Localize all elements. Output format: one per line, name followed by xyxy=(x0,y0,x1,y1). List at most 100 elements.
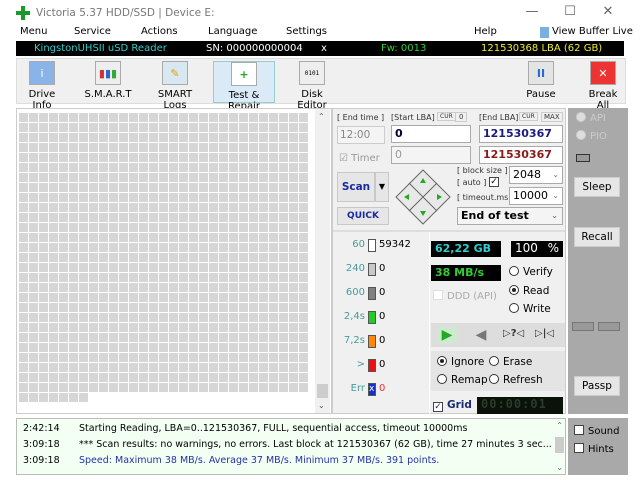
view-buffer-live[interactable]: View Buffer Live xyxy=(552,26,633,37)
block-cell xyxy=(19,243,28,252)
block-cell xyxy=(89,283,98,292)
end-action-select[interactable]: End of test ⌄ xyxy=(457,207,563,225)
timer-checkbox[interactable]: ☑ Timer xyxy=(339,153,380,164)
direction-pad[interactable] xyxy=(395,169,451,225)
menu-menu[interactable]: Menu xyxy=(20,26,47,37)
close-button[interactable]: ✕ xyxy=(596,4,620,22)
block-cell xyxy=(69,243,78,252)
maximize-button[interactable]: ☐ xyxy=(558,4,582,22)
menu-language[interactable]: Language xyxy=(208,26,257,37)
play-backward-button[interactable]: ◀ xyxy=(471,326,491,344)
disk-editor-button[interactable]: 0101 Disk Editor xyxy=(287,61,337,111)
block-cell xyxy=(219,273,228,282)
block-cell xyxy=(39,363,48,372)
timeout-select[interactable]: 10000 ⌄ xyxy=(509,187,563,205)
auto-checkbox[interactable]: ✓ xyxy=(489,177,499,187)
block-cell xyxy=(289,273,298,282)
block-cell xyxy=(159,313,168,322)
block-cell xyxy=(89,193,98,202)
recall-button[interactable]: Recall xyxy=(574,227,620,247)
remap-radio[interactable]: Remap xyxy=(437,374,488,386)
block-cell xyxy=(209,343,218,352)
smart-logs-button[interactable]: ✎ SMART Logs xyxy=(145,61,205,111)
pio-radio[interactable]: PIO xyxy=(576,130,607,142)
write-radio[interactable]: Write xyxy=(509,303,551,315)
log-scroll-thumb[interactable] xyxy=(555,437,564,453)
scan-button[interactable]: Scan xyxy=(337,172,375,202)
sound-checkbox[interactable]: Sound xyxy=(574,425,620,437)
block-cell xyxy=(179,363,188,372)
sleep-button[interactable]: Sleep xyxy=(574,177,620,197)
break-all-button[interactable]: ✕ Break All xyxy=(581,61,625,111)
block-cell xyxy=(49,113,58,122)
erase-radio[interactable]: Erase xyxy=(489,356,532,368)
end-max-button[interactable]: MAX xyxy=(541,112,563,122)
scroll-up-icon[interactable]: ⌃ xyxy=(318,112,325,121)
menu-actions[interactable]: Actions xyxy=(141,26,178,37)
random-seek-button[interactable]: ▷?◁ xyxy=(503,328,524,339)
play-forward-button[interactable]: ▶ xyxy=(437,326,457,344)
menu-settings[interactable]: Settings xyxy=(286,26,327,37)
start-lba-input[interactable]: 0 xyxy=(391,125,471,143)
close-device-button[interactable]: x xyxy=(321,41,327,56)
block-size-select[interactable]: 2048 ⌄ xyxy=(509,166,563,184)
log-scroll-up-icon[interactable]: ⌃ xyxy=(556,421,563,430)
end-lba-input[interactable]: 121530367 xyxy=(479,125,563,143)
test-repair-button[interactable]: + Test & Repair xyxy=(213,61,275,112)
block-cell xyxy=(199,253,208,262)
block-cell xyxy=(269,133,278,142)
log-scroll-down-icon[interactable]: ⌄ xyxy=(556,463,563,472)
end-cur-button[interactable]: CUR xyxy=(519,112,538,121)
block-cell xyxy=(59,183,68,192)
block-cell xyxy=(79,133,88,142)
block-cell xyxy=(109,313,118,322)
block-size-value: 2048 xyxy=(513,168,541,181)
quick-button[interactable]: QUICK xyxy=(337,207,389,225)
menu-help[interactable]: Help xyxy=(474,26,497,37)
end-time-input[interactable]: 12:00 xyxy=(337,126,385,144)
block-cell xyxy=(59,143,68,152)
block-cell xyxy=(259,123,268,132)
verify-radio[interactable]: Verify xyxy=(509,266,553,278)
hints-checkbox[interactable]: Hints xyxy=(574,443,614,455)
block-cell xyxy=(179,283,188,292)
minimize-button[interactable]: — xyxy=(520,4,544,22)
passp-button[interactable]: Passp xyxy=(574,376,620,396)
api-radio[interactable]: API xyxy=(576,112,606,124)
menu-service[interactable]: Service xyxy=(74,26,111,37)
block-cell xyxy=(219,293,228,302)
ignore-radio[interactable]: Ignore xyxy=(437,356,484,368)
refresh-radio[interactable]: Refresh xyxy=(489,374,543,386)
grid-checkbox[interactable]: ✓ Grid xyxy=(433,399,472,412)
block-cell xyxy=(249,203,258,212)
block-cell xyxy=(169,313,178,322)
scan-dropdown-icon[interactable]: ▼ xyxy=(375,172,389,202)
block-cell xyxy=(179,293,188,302)
block-cell xyxy=(199,183,208,192)
scroll-down-icon[interactable]: ⌄ xyxy=(318,401,325,410)
pause-button[interactable]: II Pause xyxy=(523,61,559,100)
block-cell xyxy=(109,333,118,342)
block-cell xyxy=(39,263,48,272)
block-cell xyxy=(299,263,308,272)
block-cell xyxy=(79,213,88,222)
block-cell xyxy=(119,183,128,192)
block-cell xyxy=(109,153,118,162)
ddd-api-checkbox[interactable]: DDD (API) xyxy=(433,290,497,302)
block-cell xyxy=(209,323,218,332)
block-cell xyxy=(249,293,258,302)
block-cell xyxy=(59,353,68,362)
grid-scrollbar[interactable]: ⌃ ⌄ xyxy=(315,109,330,413)
block-cell xyxy=(159,323,168,332)
scroll-thumb[interactable] xyxy=(317,384,328,398)
block-cell xyxy=(79,193,88,202)
start-zero-button[interactable]: 0 xyxy=(455,112,468,122)
block-cell xyxy=(189,383,198,392)
butterfly-button[interactable]: ▷|◁ xyxy=(535,328,554,339)
block-cell xyxy=(59,313,68,322)
block-cell xyxy=(239,253,248,262)
start-cur-button[interactable]: CUR xyxy=(437,112,456,121)
read-radio[interactable]: Read xyxy=(509,285,549,297)
smart-button[interactable]: ▮ ▮ ▮ S.M.A.R.T xyxy=(83,61,133,100)
drive-info-button[interactable]: i Drive Info xyxy=(19,61,65,111)
